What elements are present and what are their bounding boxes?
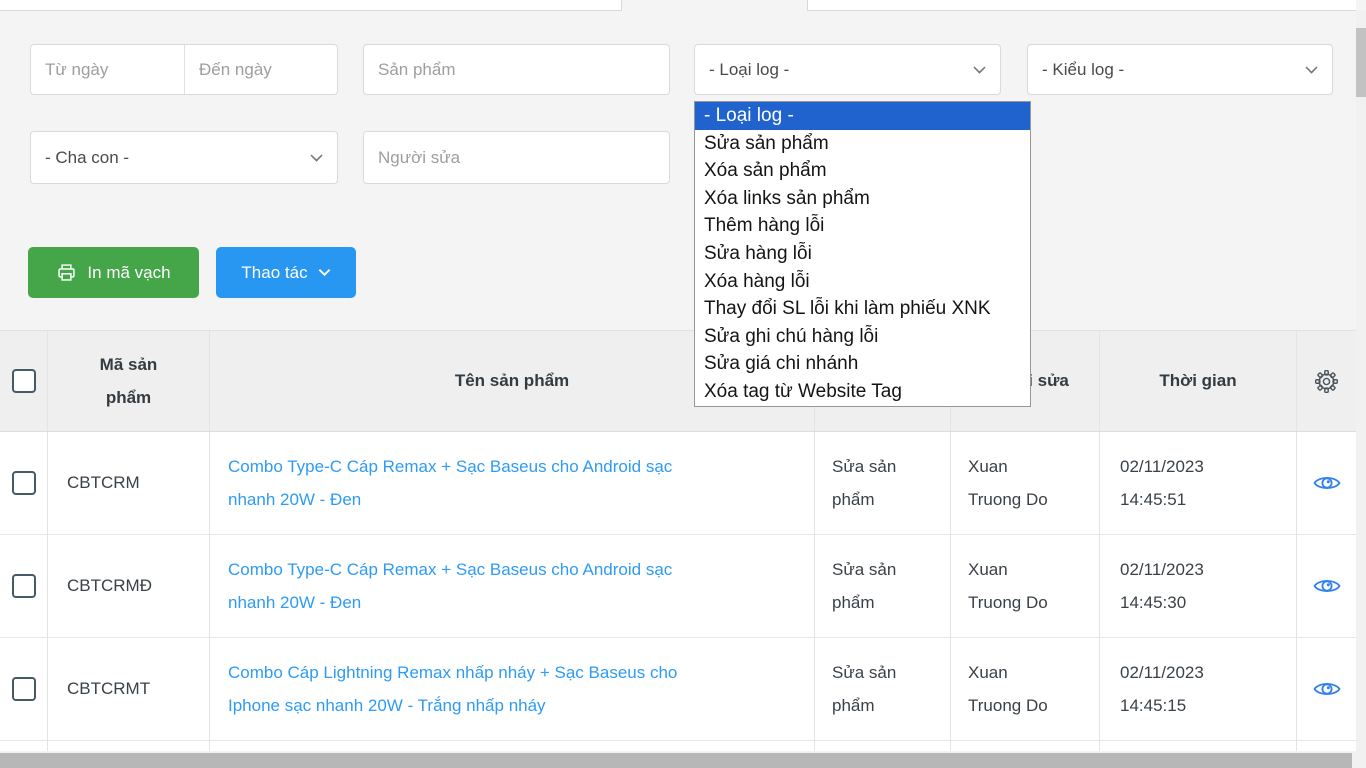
horizontal-scrollbar-thumb[interactable] — [0, 753, 1352, 768]
time-clock: 14:45:30 — [1120, 586, 1204, 619]
log-table: Mã sản phẩm Tên sản phẩm Loại log Người … — [0, 330, 1356, 751]
time-cell: 02/11/2023 14:45:30 — [1120, 553, 1204, 619]
to-date-input[interactable] — [185, 45, 339, 94]
product-code-cell: CBTCRMĐ — [48, 535, 210, 637]
product-name-line: Combo Type-C Cáp Remax + Sạc Baseus cho … — [228, 553, 672, 586]
log-type-line: Sửa sản — [832, 450, 896, 483]
chevron-down-icon — [1305, 66, 1318, 74]
dropdown-option[interactable]: Xóa links sản phẩm — [695, 185, 1030, 213]
log-kind-select-value: - Kiểu log - — [1042, 60, 1305, 80]
eye-icon[interactable] — [1313, 473, 1341, 493]
time-clock: 14:45:51 — [1120, 483, 1204, 516]
dropdown-option[interactable]: Sửa ghi chú hàng lỗi — [695, 323, 1030, 351]
eye-icon[interactable] — [1313, 679, 1341, 699]
chevron-down-icon — [318, 268, 331, 277]
log-type-line: phẩm — [832, 689, 896, 722]
dropdown-option[interactable]: Thêm hàng lỗi — [695, 212, 1030, 240]
dropdown-option[interactable]: Xóa hàng lỗi — [695, 268, 1030, 296]
log-type-line: phẩm — [832, 483, 896, 516]
time-date: 02/11/2023 — [1120, 450, 1204, 483]
dropdown-option[interactable]: Xóa tag từ Website Tag — [695, 378, 1030, 406]
editor-cell: Xuan Truong Do — [968, 656, 1048, 722]
product-search-input[interactable] — [363, 44, 670, 95]
tab-active-segment[interactable] — [621, 0, 808, 11]
row-checkbox[interactable] — [12, 677, 36, 701]
log-type-dropdown-list: - Loại log - Sửa sản phẩm Xóa sản phẩm X… — [694, 101, 1031, 407]
header-product-name: Tên sản phẩm — [455, 371, 569, 391]
chevron-down-icon — [973, 66, 986, 74]
parent-child-select-value: - Cha con - — [45, 148, 310, 168]
log-kind-select[interactable]: - Kiểu log - — [1027, 44, 1333, 95]
time-clock: 14:45:15 — [1120, 689, 1204, 722]
header-product-code: Mã sản phẩm — [89, 348, 169, 414]
table-row: CBTCRM Combo Type-C Cáp Remax + Sạc Base… — [0, 432, 1356, 535]
editor-line: Truong Do — [968, 483, 1048, 516]
time-cell: 02/11/2023 14:45:51 — [1120, 450, 1204, 516]
product-name-line: Combo Type-C Cáp Remax + Sạc Baseus cho … — [228, 450, 672, 483]
product-name-line: nhanh 20W - Đen — [228, 483, 672, 516]
actions-button[interactable]: Thao tác — [216, 247, 356, 298]
dropdown-option[interactable]: Sửa giá chi nhánh — [695, 350, 1030, 378]
table-row-partial — [0, 741, 1356, 751]
page: - Loại log - - Kiểu log - - Cha con - In… — [0, 0, 1366, 768]
log-type-cell: Sửa sản phẩm — [832, 553, 896, 619]
eye-icon[interactable] — [1313, 576, 1341, 596]
editor-line: Truong Do — [968, 689, 1048, 722]
vertical-scrollbar-track[interactable] — [1356, 11, 1366, 768]
time-cell: 02/11/2023 14:45:15 — [1120, 656, 1204, 722]
printer-icon — [56, 262, 77, 283]
dropdown-option[interactable]: - Loại log - — [695, 102, 1030, 130]
print-barcode-button[interactable]: In mã vạch — [28, 247, 199, 298]
gear-icon[interactable] — [1315, 370, 1338, 393]
log-type-select[interactable]: - Loại log - — [694, 44, 1001, 95]
product-name-line: nhanh 20W - Đen — [228, 586, 672, 619]
editor-line: Truong Do — [968, 586, 1048, 619]
actions-label: Thao tác — [241, 263, 307, 283]
tab-bar-left-segment — [0, 0, 621, 11]
date-range-group — [30, 44, 338, 95]
dropdown-option[interactable]: Sửa hàng lỗi — [695, 240, 1030, 268]
editor-line: Xuan — [968, 656, 1048, 689]
editor-cell: Xuan Truong Do — [968, 553, 1048, 619]
product-name-line: Iphone sạc nhanh 20W - Trắng nhấp nháy — [228, 689, 677, 722]
header-time: Thời gian — [1159, 371, 1236, 391]
select-all-checkbox[interactable] — [12, 369, 36, 393]
editor-line: Xuan — [968, 553, 1048, 586]
time-date: 02/11/2023 — [1120, 553, 1204, 586]
editor-search-input[interactable] — [363, 131, 670, 184]
table-row: CBTCRMT Combo Cáp Lightning Remax nhấp n… — [0, 638, 1356, 741]
row-checkbox[interactable] — [12, 471, 36, 495]
editor-line: Xuan — [968, 450, 1048, 483]
vertical-scrollbar-thumb[interactable] — [1356, 28, 1366, 97]
log-type-line: phẩm — [832, 586, 896, 619]
log-type-line: Sửa sản — [832, 656, 896, 689]
log-type-cell: Sửa sản phẩm — [832, 450, 896, 516]
product-name-link[interactable]: Combo Cáp Lightning Remax nhấp nháy + Sạ… — [228, 656, 677, 722]
product-code-cell: CBTCRM — [48, 432, 210, 534]
product-name-link[interactable]: Combo Type-C Cáp Remax + Sạc Baseus cho … — [228, 450, 672, 516]
product-name-line: Combo Cáp Lightning Remax nhấp nháy + Sạ… — [228, 656, 677, 689]
table-row: CBTCRMĐ Combo Type-C Cáp Remax + Sạc Bas… — [0, 535, 1356, 638]
from-date-input[interactable] — [31, 45, 185, 94]
time-date: 02/11/2023 — [1120, 656, 1204, 689]
dropdown-option[interactable]: Sửa sản phẩm — [695, 130, 1030, 158]
log-type-select-value: - Loại log - — [709, 60, 973, 80]
tab-bar-right-segment — [808, 0, 1356, 11]
editor-cell: Xuan Truong Do — [968, 450, 1048, 516]
log-type-cell: Sửa sản phẩm — [832, 656, 896, 722]
product-name-link[interactable]: Combo Type-C Cáp Remax + Sạc Baseus cho … — [228, 553, 672, 619]
log-type-line: Sửa sản — [832, 553, 896, 586]
table-header-row: Mã sản phẩm Tên sản phẩm Loại log Người … — [0, 330, 1356, 432]
chevron-down-icon — [310, 154, 323, 162]
parent-child-select[interactable]: - Cha con - — [30, 131, 338, 184]
dropdown-option[interactable]: Xóa sản phẩm — [695, 157, 1030, 185]
row-checkbox[interactable] — [12, 574, 36, 598]
dropdown-option[interactable]: Thay đổi SL lỗi khi làm phiếu XNK — [695, 295, 1030, 323]
product-code-cell: CBTCRMT — [48, 638, 210, 740]
print-barcode-label: In mã vạch — [87, 263, 170, 283]
